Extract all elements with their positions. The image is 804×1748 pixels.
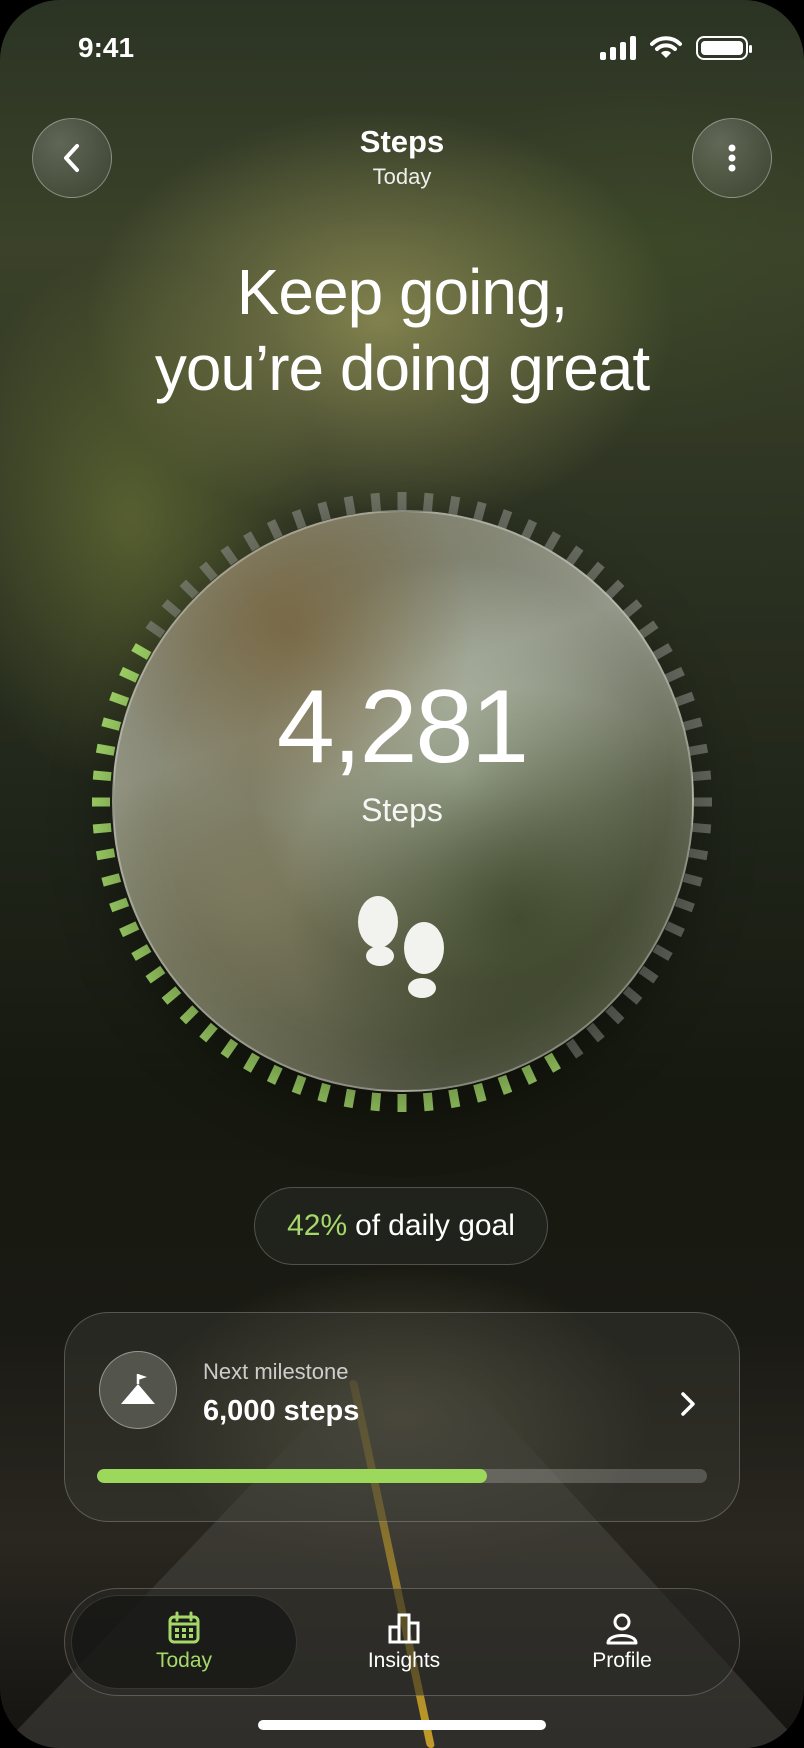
milestone-label: Next milestone [203, 1359, 349, 1384]
ring-tick-remaining [565, 545, 584, 566]
ring-tick-remaining [622, 986, 643, 1005]
ring-tick-remaining [266, 519, 283, 540]
milestone-card[interactable]: Next milestone 6,000 steps [64, 1312, 740, 1522]
headline-line-2: you’re doing great [154, 332, 650, 404]
battery-icon [696, 36, 752, 60]
ring-tick-complete [199, 1022, 218, 1043]
ring-tick-complete [95, 848, 116, 861]
ring-tick-remaining [199, 561, 218, 582]
daily-goal-pill: 42% of daily goal [254, 1187, 548, 1265]
ring-tick-remaining [220, 545, 239, 566]
ring-tick-complete [145, 965, 166, 984]
tab-profile[interactable]: Profile [509, 1595, 735, 1689]
status-time: 9:41 [78, 32, 135, 63]
ring-tick-remaining [586, 1022, 605, 1043]
ring-tick-remaining [145, 620, 166, 639]
tab-insights[interactable]: Insights [291, 1595, 517, 1689]
ring-tick-complete [161, 986, 182, 1005]
ring-tick-remaining [179, 579, 199, 599]
milestone-value: 6,000 steps [203, 1395, 360, 1427]
ring-tick-complete [131, 944, 152, 961]
ring-tick-remaining [638, 965, 659, 984]
milestone-progress-track [97, 1469, 707, 1483]
ring-tick-complete [544, 1052, 561, 1073]
ring-tick-remaining [370, 492, 382, 512]
ring-tick-complete [101, 873, 122, 887]
ring-tick-complete [179, 1005, 199, 1025]
ring-tick-remaining [682, 873, 703, 887]
ring-tick-remaining [422, 492, 434, 512]
ring-tick-remaining [497, 509, 513, 530]
bar-chart-icon [388, 1613, 420, 1644]
page-title: Steps [359, 124, 445, 159]
ring-tick-remaining [605, 1005, 625, 1025]
tab-profile-label: Profile [592, 1649, 652, 1672]
wifi-icon [650, 36, 682, 58]
ring-tick-remaining [638, 620, 659, 639]
goal-of: of [355, 1209, 381, 1242]
footprints-icon [358, 896, 444, 998]
ring-tick-remaining [586, 561, 605, 582]
page-subtitle: Today [372, 164, 432, 189]
ring-tick-remaining [448, 495, 461, 516]
ring-tick-remaining [243, 531, 260, 552]
ring-tick-remaining [622, 599, 643, 618]
ring-tick-remaining [291, 509, 307, 530]
ring-tick-complete [266, 1064, 283, 1085]
ring-tick-remaining [565, 1038, 584, 1059]
tab-today-label: Today [155, 1649, 213, 1672]
ring-tick-remaining [343, 495, 356, 516]
ring-tick-remaining [652, 944, 673, 961]
ring-tick-complete [109, 897, 130, 913]
ring-tick-remaining [664, 921, 685, 938]
more-vertical-icon [728, 144, 736, 172]
cellular-signal-icon [600, 36, 636, 60]
tab-insights-label: Insights [367, 1649, 441, 1672]
ring-tick-complete [119, 921, 140, 938]
calendar-icon [168, 1611, 200, 1644]
steps-count: 4,281 [276, 669, 529, 785]
tab-bar: Today Insights Profile [64, 1588, 740, 1696]
ring-tick-remaining [605, 579, 625, 599]
steps-label: Steps [361, 792, 443, 828]
ring-tick-remaining [521, 519, 538, 540]
mountain-flag-icon [99, 1351, 177, 1429]
ring-tick-complete [343, 1088, 356, 1109]
tab-today[interactable]: Today [71, 1595, 297, 1689]
ring-tick-remaining [544, 531, 561, 552]
home-indicator [258, 1720, 546, 1730]
ring-tick-remaining [674, 897, 695, 913]
person-icon [606, 1613, 638, 1645]
steps-screen: 9:41 Steps Today Keep going, you’re doin… [0, 0, 804, 1748]
ring-tick-complete [448, 1088, 461, 1109]
ring-tick-complete [370, 1092, 382, 1112]
motivation-headline: Keep going, you’re doing great [0, 254, 804, 406]
more-options-button[interactable] [692, 118, 772, 198]
ring-tick-complete [521, 1064, 538, 1085]
ring-tick-remaining [688, 848, 709, 861]
ring-tick-complete [473, 1082, 487, 1103]
milestone-progress-fill [97, 1469, 488, 1483]
ring-tick-complete [243, 1052, 260, 1073]
status-icons [600, 36, 752, 60]
ring-tick-remaining [161, 599, 182, 618]
goal-percent: 42% [287, 1209, 348, 1242]
headline-line-1: Keep going, [236, 256, 569, 328]
ring-tick-remaining [652, 643, 673, 660]
ring-tick-remaining [317, 501, 331, 522]
ring-tick-complete [131, 643, 152, 660]
ring-tick-complete [220, 1038, 239, 1059]
ring-tick-complete [497, 1074, 513, 1095]
ring-tick-complete [317, 1082, 331, 1103]
ring-tick-complete [422, 1092, 434, 1112]
ring-tick-remaining [473, 501, 487, 522]
chevron-right-icon[interactable] [673, 1389, 703, 1419]
goal-text: daily goal [388, 1209, 515, 1242]
ring-tick-complete [291, 1074, 307, 1095]
